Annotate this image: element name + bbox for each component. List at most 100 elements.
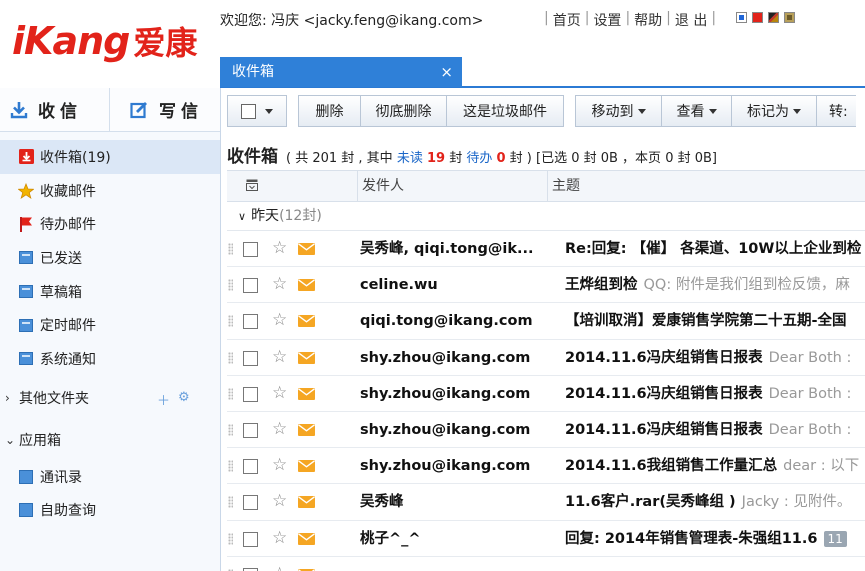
- mail-row[interactable]: ☆ celine.wu 王烨组到检 QQ: 附件是我们组到检反馈，麻: [227, 267, 865, 304]
- mail-subject[interactable]: Re:回复: 【催】 各渠道、10W以上企业到检: [565, 231, 861, 266]
- row-checkbox[interactable]: [243, 495, 258, 511]
- mail-row[interactable]: ☆ shy.zhou@ikang.com 2014.11.6冯庆组销售日报表 Dear…: [227, 340, 865, 376]
- forward-button[interactable]: 转:: [816, 95, 856, 127]
- mail-row[interactable]: ☆ qiqi.tong@ikang.com 【培训取消】爱康销售学院第二十五期-全国: [227, 303, 865, 340]
- drag-handle-icon[interactable]: [228, 243, 233, 255]
- row-checkbox[interactable]: [243, 242, 258, 257]
- row-checkbox[interactable]: [243, 278, 258, 294]
- mail-sender[interactable]: shy.zhou@ikang.com: [360, 448, 538, 483]
- tab-inbox[interactable]: 收件箱 ×: [220, 57, 462, 87]
- move-to-button[interactable]: 移动到: [575, 95, 662, 127]
- todo-link[interactable]: 待办: [466, 151, 492, 166]
- mail-subject[interactable]: 2014.11.6冯庆组销售日报表 Dear Both :: [565, 412, 851, 447]
- mail-subject[interactable]: 回复: 2014年销售管理表-朱强组11.6 11: [565, 521, 847, 556]
- delete-button[interactable]: 删除: [298, 95, 361, 127]
- star-outline-icon[interactable]: ☆: [272, 564, 287, 571]
- mail-row[interactable]: ☆ 吴秀峰, qiqi.tong@ik... Re:回复: 【催】 各渠道、10W以…: [227, 231, 865, 268]
- star-outline-icon[interactable]: ☆: [272, 310, 287, 330]
- drag-handle-icon[interactable]: [228, 423, 233, 436]
- mail-row[interactable]: ☆ shy.zhou@ikang.com 2014.11.6我组销售工作量汇总 dea…: [227, 448, 865, 485]
- star-outline-icon[interactable]: ☆: [272, 238, 287, 258]
- mark-as-label: 标记为: [747, 104, 789, 120]
- skin-red-icon[interactable]: [752, 12, 763, 23]
- mail-subject[interactable]: 11.6客户.rar(吴秀峰组 ) Jacky : 见附件。: [565, 484, 851, 519]
- welcome-text: 欢迎您: 冯庆 <jacky.feng@ikang.com>: [220, 13, 484, 29]
- mark-spam-button[interactable]: 这是垃圾邮件: [446, 95, 564, 127]
- folder-drafts[interactable]: 草稿箱: [0, 275, 220, 309]
- column-sender[interactable]: 发件人: [357, 171, 547, 201]
- mail-subject[interactable]: 2014.11.6我组销售工作量汇总 dear : 以下: [565, 448, 859, 483]
- mark-as-button[interactable]: 标记为: [731, 95, 817, 127]
- folder-todo[interactable]: 待办邮件: [0, 207, 220, 241]
- folder-scheduled[interactable]: 定时邮件: [0, 308, 220, 342]
- folder-inbox[interactable]: 收件箱(19): [0, 140, 220, 174]
- other-folders-group[interactable]: › 其他文件夹 ＋ ⚙: [0, 378, 220, 418]
- app-box-group[interactable]: ⌄ 应用箱: [0, 420, 220, 460]
- folder-notifications[interactable]: 系统通知: [0, 342, 220, 376]
- gear-icon[interactable]: ⚙: [178, 390, 190, 409]
- column-subject[interactable]: 主题: [547, 171, 580, 201]
- mail-sender[interactable]: shy.zhou@ikang.com: [360, 340, 538, 375]
- select-all-checkbox[interactable]: [241, 103, 256, 119]
- folder-label: 收件箱(19): [40, 149, 111, 166]
- mail-subject[interactable]: 2014.11.6冯庆组销售日报表 Dear Both :: [565, 376, 851, 411]
- mail-sender[interactable]: qiqi.tong@ikang.com: [360, 303, 538, 338]
- row-checkbox[interactable]: [243, 350, 258, 366]
- delete-permanent-button[interactable]: 彻底删除: [360, 95, 447, 127]
- add-icon[interactable]: ＋: [157, 390, 170, 409]
- star-outline-icon[interactable]: ☆: [272, 455, 287, 475]
- mail-row[interactable]: ☆ shy.zhou@ikang.com 2014.11.6冯庆组销售日报表 Dear…: [227, 412, 865, 449]
- column-settings-icon[interactable]: [246, 179, 258, 195]
- star-outline-icon[interactable]: ☆: [272, 419, 287, 439]
- drag-handle-icon[interactable]: [228, 532, 233, 545]
- skin-pattern-icon[interactable]: [768, 12, 779, 23]
- mail-sender[interactable]: 桃子^_^: [360, 521, 538, 556]
- help-link[interactable]: 帮助: [634, 10, 662, 30]
- logout-link[interactable]: 退 出: [675, 10, 707, 30]
- write-button[interactable]: 写信: [109, 87, 203, 132]
- mail-subject[interactable]: 【培训取消】爱康销售学院第二十五期-全国: [565, 303, 847, 338]
- home-link[interactable]: 首页: [553, 10, 581, 30]
- select-all-dropdown[interactable]: [227, 95, 287, 127]
- app-contacts[interactable]: 通讯录: [0, 460, 220, 494]
- mail-row[interactable]: ☆ shy.zhou@ikang.com 2014.11.6冯庆组销售日报表 Dear…: [227, 376, 865, 412]
- app-self-query[interactable]: 自助查询: [0, 494, 220, 528]
- close-icon[interactable]: ×: [440, 57, 453, 87]
- settings-link[interactable]: 设置: [593, 10, 621, 30]
- drag-handle-icon[interactable]: [228, 279, 233, 292]
- row-checkbox[interactable]: [243, 422, 258, 438]
- row-checkbox[interactable]: [243, 386, 258, 402]
- mail-sender[interactable]: 吴秀峰: [360, 484, 538, 519]
- mail-subject[interactable]: 2014.11.6冯庆组销售日报表 Dear Both :: [565, 340, 851, 375]
- star-outline-icon[interactable]: ☆: [272, 383, 287, 403]
- mail-sender[interactable]: shy.zhou@ikang.com: [360, 376, 538, 411]
- skin-blue-icon[interactable]: [736, 12, 747, 23]
- drag-handle-icon[interactable]: [228, 387, 233, 400]
- drag-handle-icon[interactable]: [228, 351, 233, 364]
- mail-sender[interactable]: celine.wu: [360, 267, 538, 302]
- unread-link[interactable]: 未读: [397, 151, 423, 166]
- mail-row[interactable]: ☆ 吴秀峰 11.6客户.rar(吴秀峰组 ) Jacky : 见附件。: [227, 484, 865, 521]
- ikang-logo[interactable]: iKang 爱康: [12, 18, 197, 68]
- folder-sent[interactable]: 已发送: [0, 241, 220, 275]
- row-checkbox[interactable]: [243, 531, 258, 547]
- drag-handle-icon[interactable]: [228, 315, 233, 328]
- row-checkbox[interactable]: [243, 459, 258, 475]
- drag-handle-icon[interactable]: [228, 496, 233, 509]
- mail-subject[interactable]: 王烨组到检 QQ: 附件是我们组到检反馈，麻: [565, 267, 850, 302]
- star-outline-icon[interactable]: ☆: [272, 347, 287, 367]
- mail-sender[interactable]: shy.zhou@ikang.com: [360, 412, 538, 447]
- folder-starred[interactable]: 收藏邮件: [0, 174, 220, 208]
- date-group-yesterday[interactable]: ∨ 昨天(12封): [227, 202, 865, 231]
- receive-button[interactable]: 收信: [0, 88, 82, 132]
- star-outline-icon[interactable]: ☆: [272, 491, 287, 511]
- view-button[interactable]: 查看: [661, 95, 732, 127]
- mail-sender[interactable]: 吴秀峰, qiqi.tong@ik...: [360, 231, 538, 266]
- star-outline-icon[interactable]: ☆: [272, 528, 287, 548]
- star-outline-icon[interactable]: ☆: [272, 274, 287, 294]
- mail-row[interactable]: ☆ 桃子^_^ 回复: 2014年销售管理表-朱强组11.6 11: [227, 521, 865, 557]
- row-checkbox[interactable]: [243, 314, 258, 330]
- skin-gold-icon[interactable]: [784, 12, 795, 23]
- drag-handle-icon[interactable]: [228, 460, 233, 473]
- mail-row-partial[interactable]: ☆: [227, 557, 865, 571]
